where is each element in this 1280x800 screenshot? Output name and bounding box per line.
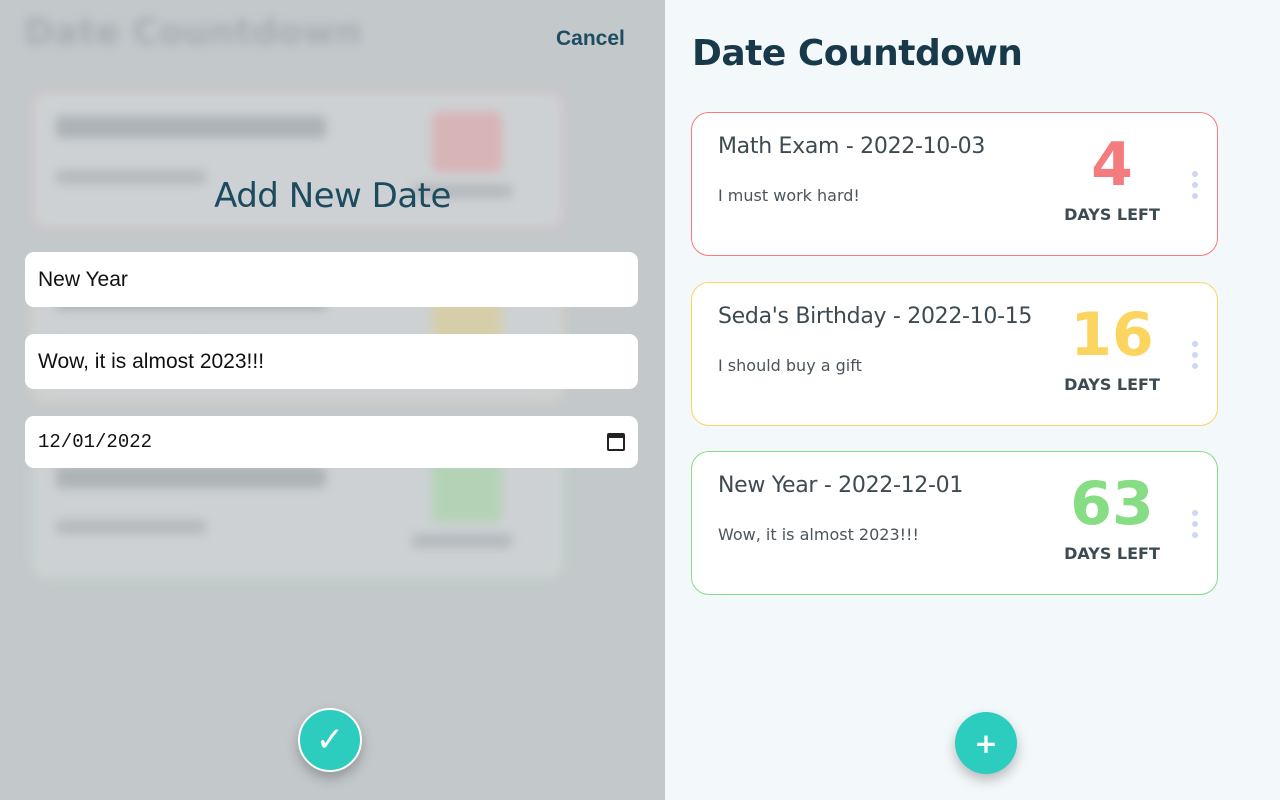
days-left-count: 16 — [1070, 300, 1154, 370]
card-note: Wow, it is almost 2023!!! — [718, 525, 919, 544]
days-left-label: DAYS LEFT — [1064, 544, 1160, 563]
plus-icon: + — [974, 726, 998, 760]
countdown-card[interactable]: New Year - 2022-12-01 Wow, it is almost … — [691, 451, 1218, 595]
card-note: I should buy a gift — [718, 356, 862, 375]
countdown-card[interactable]: Math Exam - 2022-10-03 I must work hard!… — [691, 112, 1218, 256]
cancel-button[interactable]: Cancel — [556, 27, 625, 51]
days-left-label: DAYS LEFT — [1064, 375, 1160, 394]
more-options-icon[interactable] — [1190, 171, 1200, 199]
add-date-panel: Date Countdown Cancel Add New Date New Y… — [0, 0, 665, 800]
add-date-title: Add New Date — [214, 176, 451, 216]
checkmark-icon: ✓ — [315, 720, 345, 760]
days-left-count: 4 — [1091, 130, 1133, 200]
event-date-input[interactable]: 12/01/2022 — [25, 416, 638, 468]
card-title: New Year - 2022-12-01 — [718, 473, 964, 498]
event-note-input[interactable]: Wow, it is almost 2023!!! — [25, 334, 638, 389]
calendar-icon[interactable] — [607, 433, 625, 451]
add-date-button[interactable]: + — [955, 712, 1017, 774]
event-note-value: Wow, it is almost 2023!!! — [38, 349, 265, 373]
event-name-input[interactable]: New Year — [25, 252, 638, 307]
blurred-page-title: Date Countdown — [24, 12, 362, 53]
card-title: Math Exam - 2022-10-03 — [718, 134, 986, 159]
save-date-button[interactable]: ✓ — [298, 708, 362, 772]
card-note: I must work hard! — [718, 186, 860, 205]
blurred-background-list: Date Countdown — [0, 0, 665, 800]
countdown-card[interactable]: Seda's Birthday - 2022-10-15 I should bu… — [691, 282, 1218, 426]
countdown-list-panel: Date Countdown Math Exam - 2022-10-03 I … — [665, 0, 1280, 800]
card-title: Seda's Birthday - 2022-10-15 — [718, 304, 1033, 329]
more-options-icon[interactable] — [1190, 510, 1200, 538]
days-left-count: 63 — [1070, 469, 1154, 539]
event-date-value: 12/01/2022 — [38, 431, 153, 453]
page-title: Date Countdown — [692, 33, 1023, 74]
days-left-label: DAYS LEFT — [1064, 205, 1160, 224]
event-name-value: New Year — [38, 267, 128, 291]
more-options-icon[interactable] — [1190, 341, 1200, 369]
